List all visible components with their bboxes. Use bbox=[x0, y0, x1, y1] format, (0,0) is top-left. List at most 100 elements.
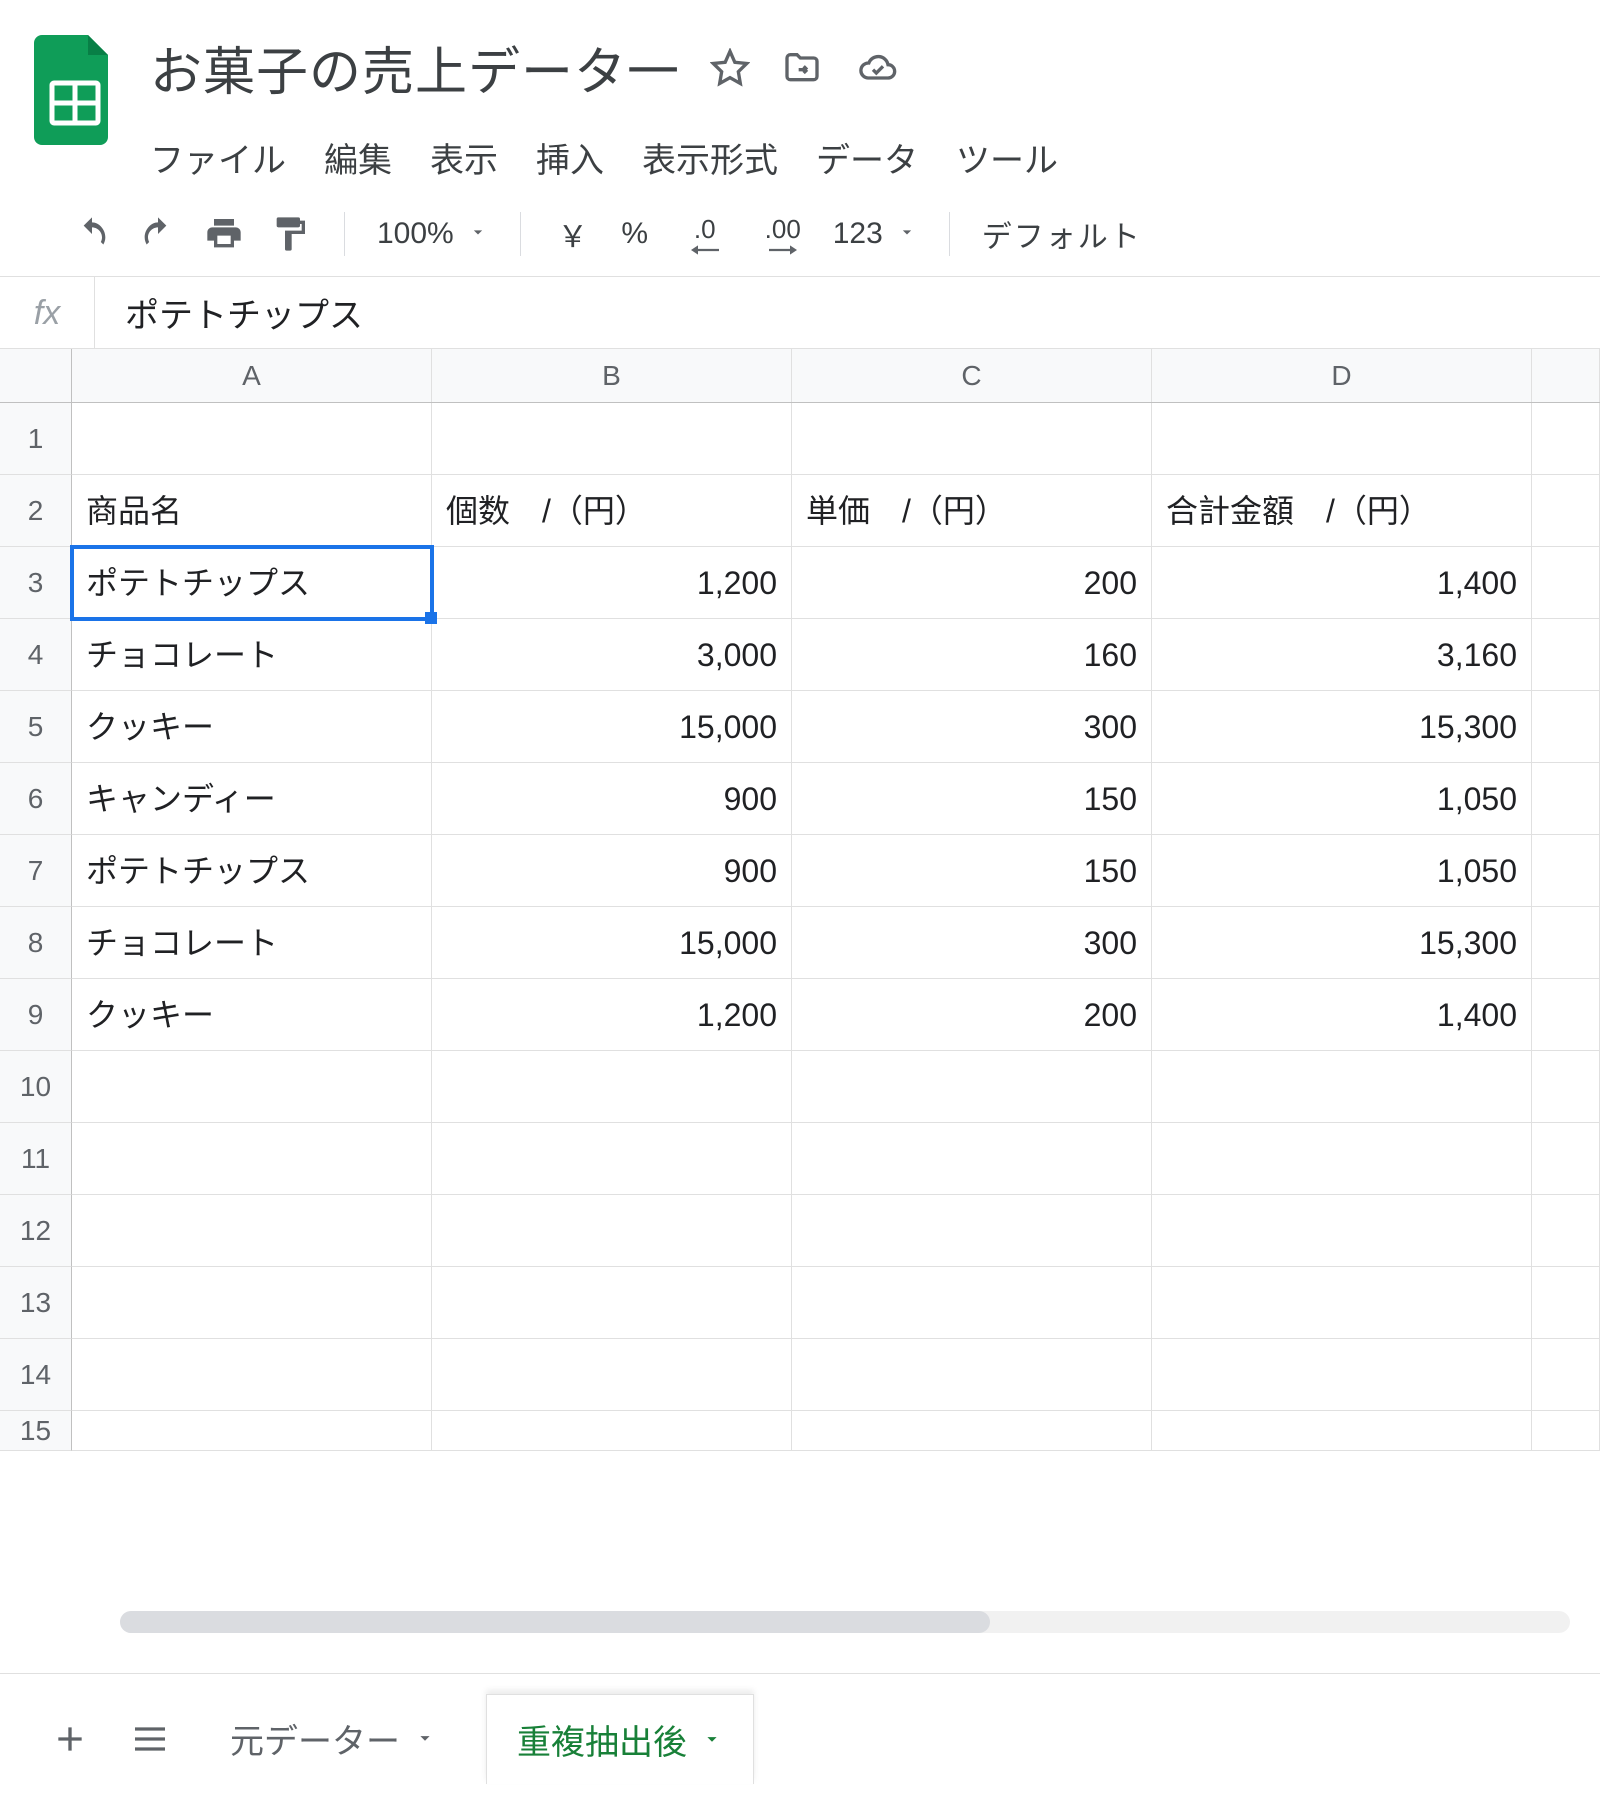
cell-A11[interactable] bbox=[72, 1123, 432, 1195]
cell-A6[interactable]: キャンディー bbox=[72, 763, 432, 835]
cell-E11[interactable] bbox=[1532, 1123, 1600, 1195]
cell-A13[interactable] bbox=[72, 1267, 432, 1339]
cell-C5[interactable]: 300 bbox=[792, 691, 1152, 763]
cell-B6[interactable]: 900 bbox=[432, 763, 792, 835]
cell-C3[interactable]: 200 bbox=[792, 547, 1152, 619]
cell-E6[interactable] bbox=[1532, 763, 1600, 835]
row-header[interactable]: 5 bbox=[0, 691, 72, 763]
cell-C10[interactable] bbox=[792, 1051, 1152, 1123]
cell-D11[interactable] bbox=[1152, 1123, 1532, 1195]
increase-decimal-button[interactable]: .00 bbox=[755, 212, 811, 256]
cell-D3[interactable]: 1,400 bbox=[1152, 547, 1532, 619]
cell-B5[interactable]: 15,000 bbox=[432, 691, 792, 763]
cell-C13[interactable] bbox=[792, 1267, 1152, 1339]
cell-D1[interactable] bbox=[1152, 403, 1532, 475]
menu-tools[interactable]: ツール bbox=[956, 133, 1058, 182]
document-title[interactable]: お菓子の売上データ一 bbox=[150, 30, 680, 105]
menu-insert[interactable]: 挿入 bbox=[536, 133, 604, 182]
cell-D8[interactable]: 15,300 bbox=[1152, 907, 1532, 979]
horizontal-scrollbar[interactable] bbox=[120, 1611, 1570, 1633]
cell-A5[interactable]: クッキー bbox=[72, 691, 432, 763]
undo-icon[interactable] bbox=[70, 212, 114, 256]
cell-C7[interactable]: 150 bbox=[792, 835, 1152, 907]
cell-D12[interactable] bbox=[1152, 1195, 1532, 1267]
row-header[interactable]: 10 bbox=[0, 1051, 72, 1123]
cell-E2[interactable] bbox=[1532, 475, 1600, 547]
cell-A2[interactable]: 商品名 bbox=[72, 475, 432, 547]
cell-E4[interactable] bbox=[1532, 619, 1600, 691]
cell-E5[interactable] bbox=[1532, 691, 1600, 763]
row-header[interactable]: 6 bbox=[0, 763, 72, 835]
cell-E1[interactable] bbox=[1532, 403, 1600, 475]
cell-C9[interactable]: 200 bbox=[792, 979, 1152, 1051]
cell-C1[interactable] bbox=[792, 403, 1152, 475]
row-header[interactable]: 3 bbox=[0, 547, 72, 619]
cloud-saved-icon[interactable] bbox=[854, 48, 902, 88]
row-header[interactable]: 9 bbox=[0, 979, 72, 1051]
col-header-B[interactable]: B bbox=[432, 349, 792, 402]
decrease-decimal-button[interactable]: .0 bbox=[677, 212, 733, 256]
zoom-select[interactable]: 100% bbox=[377, 217, 488, 251]
cell-B14[interactable] bbox=[432, 1339, 792, 1411]
font-select[interactable]: デフォルト bbox=[982, 212, 1142, 256]
cell-D2[interactable]: 合計金額 /（円） bbox=[1152, 475, 1532, 547]
star-icon[interactable] bbox=[710, 48, 750, 88]
row-header[interactable]: 2 bbox=[0, 475, 72, 547]
cell-E8[interactable] bbox=[1532, 907, 1600, 979]
cell-C15[interactable] bbox=[792, 1411, 1152, 1451]
cell-E7[interactable] bbox=[1532, 835, 1600, 907]
row-header[interactable]: 15 bbox=[0, 1411, 72, 1451]
row-header[interactable]: 12 bbox=[0, 1195, 72, 1267]
row-header[interactable]: 13 bbox=[0, 1267, 72, 1339]
menu-data[interactable]: データ bbox=[816, 133, 918, 182]
col-header-C[interactable]: C bbox=[792, 349, 1152, 402]
cell-A14[interactable] bbox=[72, 1339, 432, 1411]
row-header[interactable]: 14 bbox=[0, 1339, 72, 1411]
row-header[interactable]: 11 bbox=[0, 1123, 72, 1195]
cell-E10[interactable] bbox=[1532, 1051, 1600, 1123]
cell-E3[interactable] bbox=[1532, 547, 1600, 619]
cell-D15[interactable] bbox=[1152, 1411, 1532, 1451]
cell-D10[interactable] bbox=[1152, 1051, 1532, 1123]
select-all-corner[interactable] bbox=[0, 349, 72, 402]
cell-B1[interactable] bbox=[432, 403, 792, 475]
cell-B4[interactable]: 3,000 bbox=[432, 619, 792, 691]
cell-C8[interactable]: 300 bbox=[792, 907, 1152, 979]
menu-file[interactable]: ファイル bbox=[150, 133, 286, 182]
cell-A10[interactable] bbox=[72, 1051, 432, 1123]
cell-B7[interactable]: 900 bbox=[432, 835, 792, 907]
row-header[interactable]: 4 bbox=[0, 619, 72, 691]
cell-D14[interactable] bbox=[1152, 1339, 1532, 1411]
sheet-tab-0[interactable]: 元データー bbox=[200, 1694, 466, 1784]
cell-C6[interactable]: 150 bbox=[792, 763, 1152, 835]
add-sheet-button[interactable] bbox=[40, 1709, 100, 1769]
cell-D4[interactable]: 3,160 bbox=[1152, 619, 1532, 691]
col-header-extra[interactable] bbox=[1532, 349, 1600, 402]
cell-D7[interactable]: 1,050 bbox=[1152, 835, 1532, 907]
cell-A12[interactable] bbox=[72, 1195, 432, 1267]
cell-A4[interactable]: チョコレート bbox=[72, 619, 432, 691]
cell-C2[interactable]: 単価 /（円） bbox=[792, 475, 1152, 547]
cell-E14[interactable] bbox=[1532, 1339, 1600, 1411]
percent-button[interactable]: % bbox=[615, 217, 655, 251]
cell-E15[interactable] bbox=[1532, 1411, 1600, 1451]
sheet-tab-1[interactable]: 重複抽出後 bbox=[486, 1694, 754, 1784]
print-icon[interactable] bbox=[202, 212, 246, 256]
cell-B2[interactable]: 個数 /（円） bbox=[432, 475, 792, 547]
cell-E12[interactable] bbox=[1532, 1195, 1600, 1267]
cell-C12[interactable] bbox=[792, 1195, 1152, 1267]
row-header[interactable]: 8 bbox=[0, 907, 72, 979]
cell-D6[interactable]: 1,050 bbox=[1152, 763, 1532, 835]
cell-B3[interactable]: 1,200 bbox=[432, 547, 792, 619]
cell-B8[interactable]: 15,000 bbox=[432, 907, 792, 979]
cell-C11[interactable] bbox=[792, 1123, 1152, 1195]
row-header[interactable]: 7 bbox=[0, 835, 72, 907]
menu-edit[interactable]: 編集 bbox=[324, 133, 392, 182]
redo-icon[interactable] bbox=[136, 212, 180, 256]
col-header-D[interactable]: D bbox=[1152, 349, 1532, 402]
number-format-select[interactable]: 123 bbox=[833, 217, 917, 251]
menu-view[interactable]: 表示 bbox=[430, 133, 498, 182]
scrollbar-thumb[interactable] bbox=[120, 1611, 990, 1633]
cell-D5[interactable]: 15,300 bbox=[1152, 691, 1532, 763]
cell-A3[interactable]: ポテトチップス bbox=[72, 547, 432, 619]
